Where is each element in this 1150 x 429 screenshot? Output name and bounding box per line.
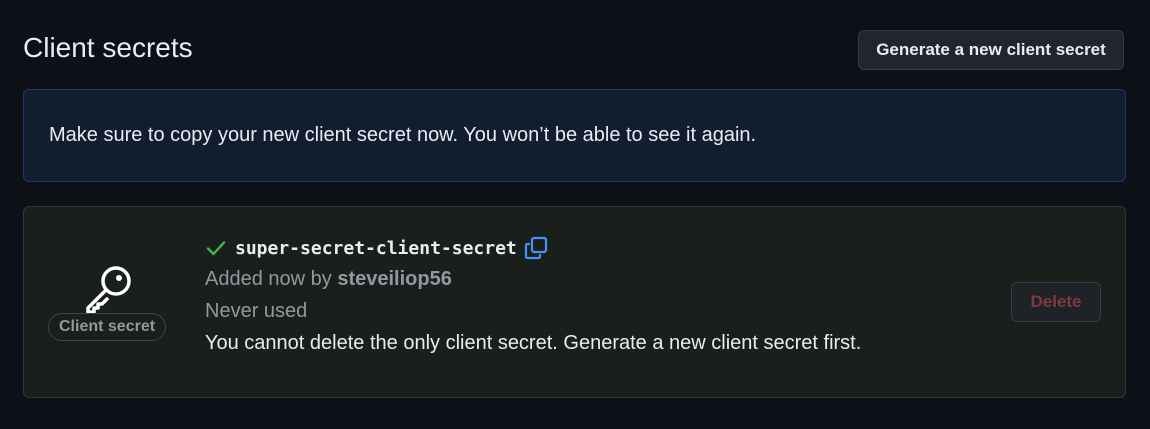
usage-status: Never used [205,300,308,322]
added-prefix: Added now by [205,268,338,290]
copy-icon[interactable] [523,235,549,261]
added-info: Added now by steveiliop56 [205,263,861,295]
page-title: Client secrets [23,32,193,63]
flash-notice: Make sure to copy your new client secret… [23,89,1126,182]
client-secret-item: Client secret super-secret-client-secret… [23,206,1126,398]
key-icon [86,266,131,314]
secret-name: super-secret-client-secret [235,237,517,259]
delete-button[interactable]: Delete [1011,282,1101,322]
generate-client-secret-button[interactable]: Generate a new client secret [858,30,1124,70]
client-secret-badge: Client secret [48,313,167,341]
added-by-user: steveiliop56 [337,268,452,290]
check-icon [206,241,226,256]
flash-message: Make sure to copy your new client secret… [49,124,757,146]
secret-details: super-secret-client-secret Added now by … [205,233,861,359]
secret-name-row: super-secret-client-secret [205,233,861,263]
delete-warning: You cannot delete the only client secret… [205,332,862,354]
client-secrets-page: Client secrets Generate a new client sec… [0,0,1150,429]
